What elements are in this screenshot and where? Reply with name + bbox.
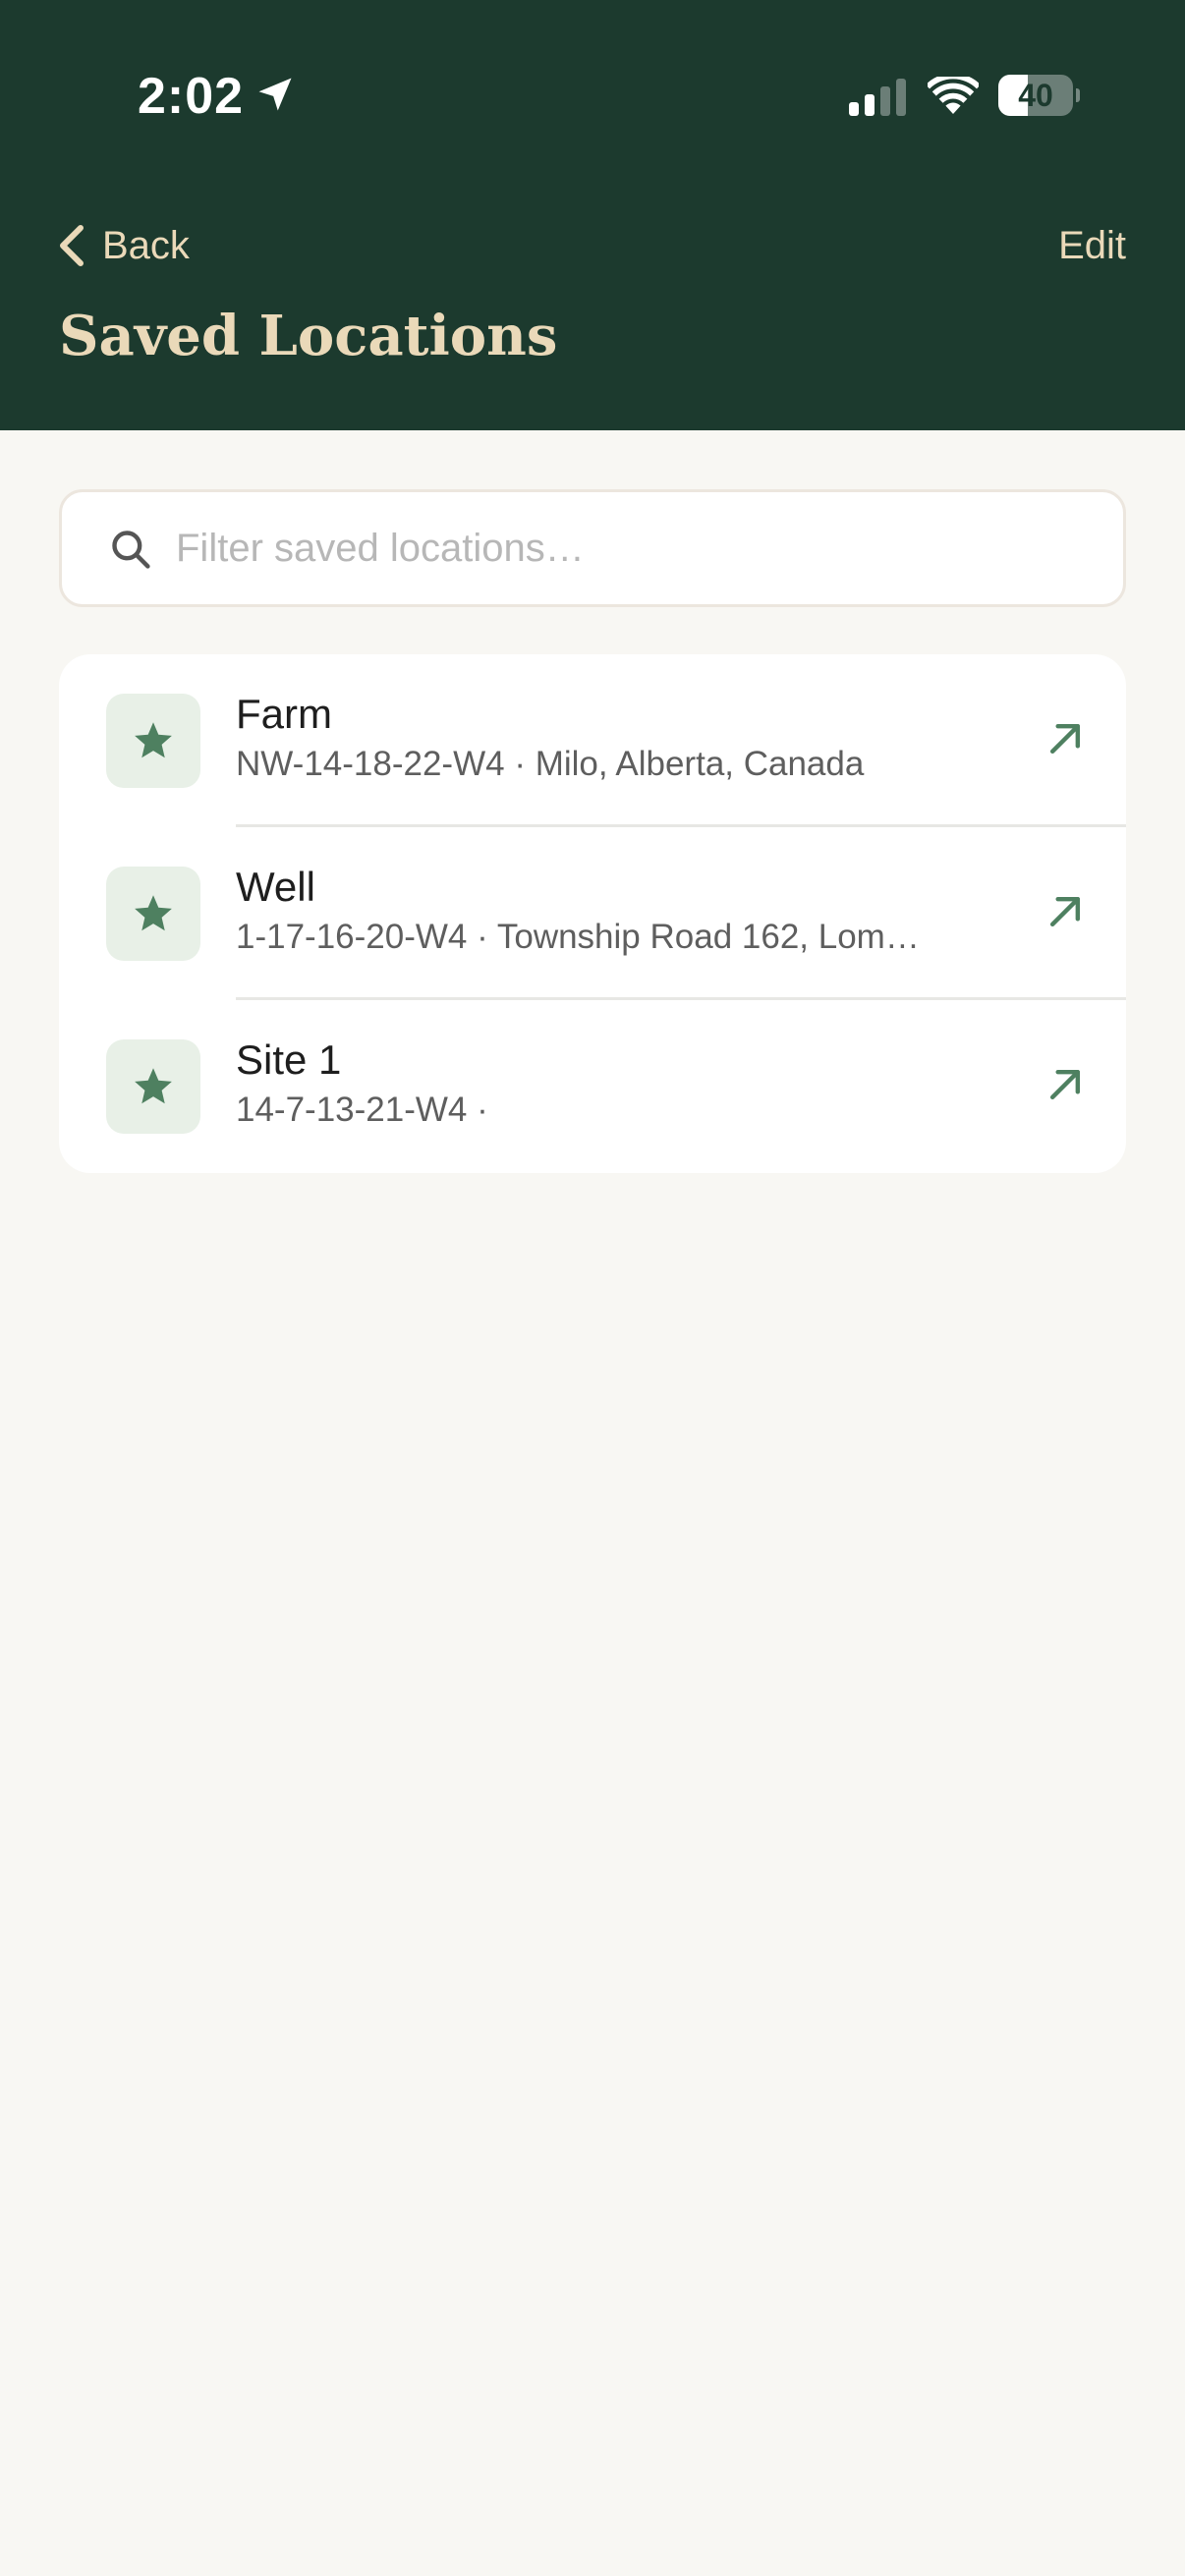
location-detail: 1-17-16-20-W4 · Township Road 162, Lom…	[236, 918, 920, 956]
search-icon	[112, 531, 150, 569]
back-button[interactable]: Back	[55, 216, 190, 275]
location-name: Well	[236, 864, 315, 910]
location-name: Site 1	[236, 1036, 342, 1083]
location-detail: 14-7-13-21-W4 ·	[236, 1091, 488, 1129]
wifi-icon	[928, 77, 979, 114]
location-row[interactable]: Site 1 14-7-13-21-W4 ·	[59, 1000, 1126, 1173]
location-row[interactable]: Well 1-17-16-20-W4 · Township Road 162, L…	[59, 827, 1126, 1000]
star-icon	[135, 895, 172, 931]
star-icon	[135, 1068, 172, 1104]
open-location-arrow-icon[interactable]	[1044, 890, 1087, 933]
saved-locations-list: Farm NW-14-18-22-W4 · Milo, Alberta, Cana…	[59, 654, 1126, 1173]
battery-icon: 40	[998, 75, 1080, 116]
status-time: 2:02	[138, 68, 245, 125]
battery-percent: 40	[1018, 78, 1053, 113]
location-badge	[106, 1039, 200, 1134]
page-title: Saved Locations	[59, 304, 558, 368]
search-field[interactable]	[59, 489, 1126, 607]
location-name: Farm	[236, 691, 332, 737]
location-arrow-icon	[258, 78, 292, 111]
top-header: 2:02 40 Back Edit Saved Locations	[0, 0, 1185, 430]
edit-button[interactable]: Edit	[1058, 216, 1126, 275]
status-bar: 2:02 40	[0, 0, 1185, 193]
location-badge	[106, 694, 200, 788]
cellular-signal-icon	[849, 79, 906, 116]
location-detail: NW-14-18-22-W4 · Milo, Alberta, Canada	[236, 745, 865, 783]
location-badge	[106, 867, 200, 961]
location-row[interactable]: Farm NW-14-18-22-W4 · Milo, Alberta, Cana…	[59, 654, 1126, 827]
open-location-arrow-icon[interactable]	[1044, 717, 1087, 760]
search-input[interactable]	[176, 492, 1100, 604]
open-location-arrow-icon[interactable]	[1044, 1063, 1087, 1106]
back-label: Back	[102, 224, 190, 267]
chevron-left-icon	[60, 225, 84, 266]
star-icon	[135, 722, 172, 758]
